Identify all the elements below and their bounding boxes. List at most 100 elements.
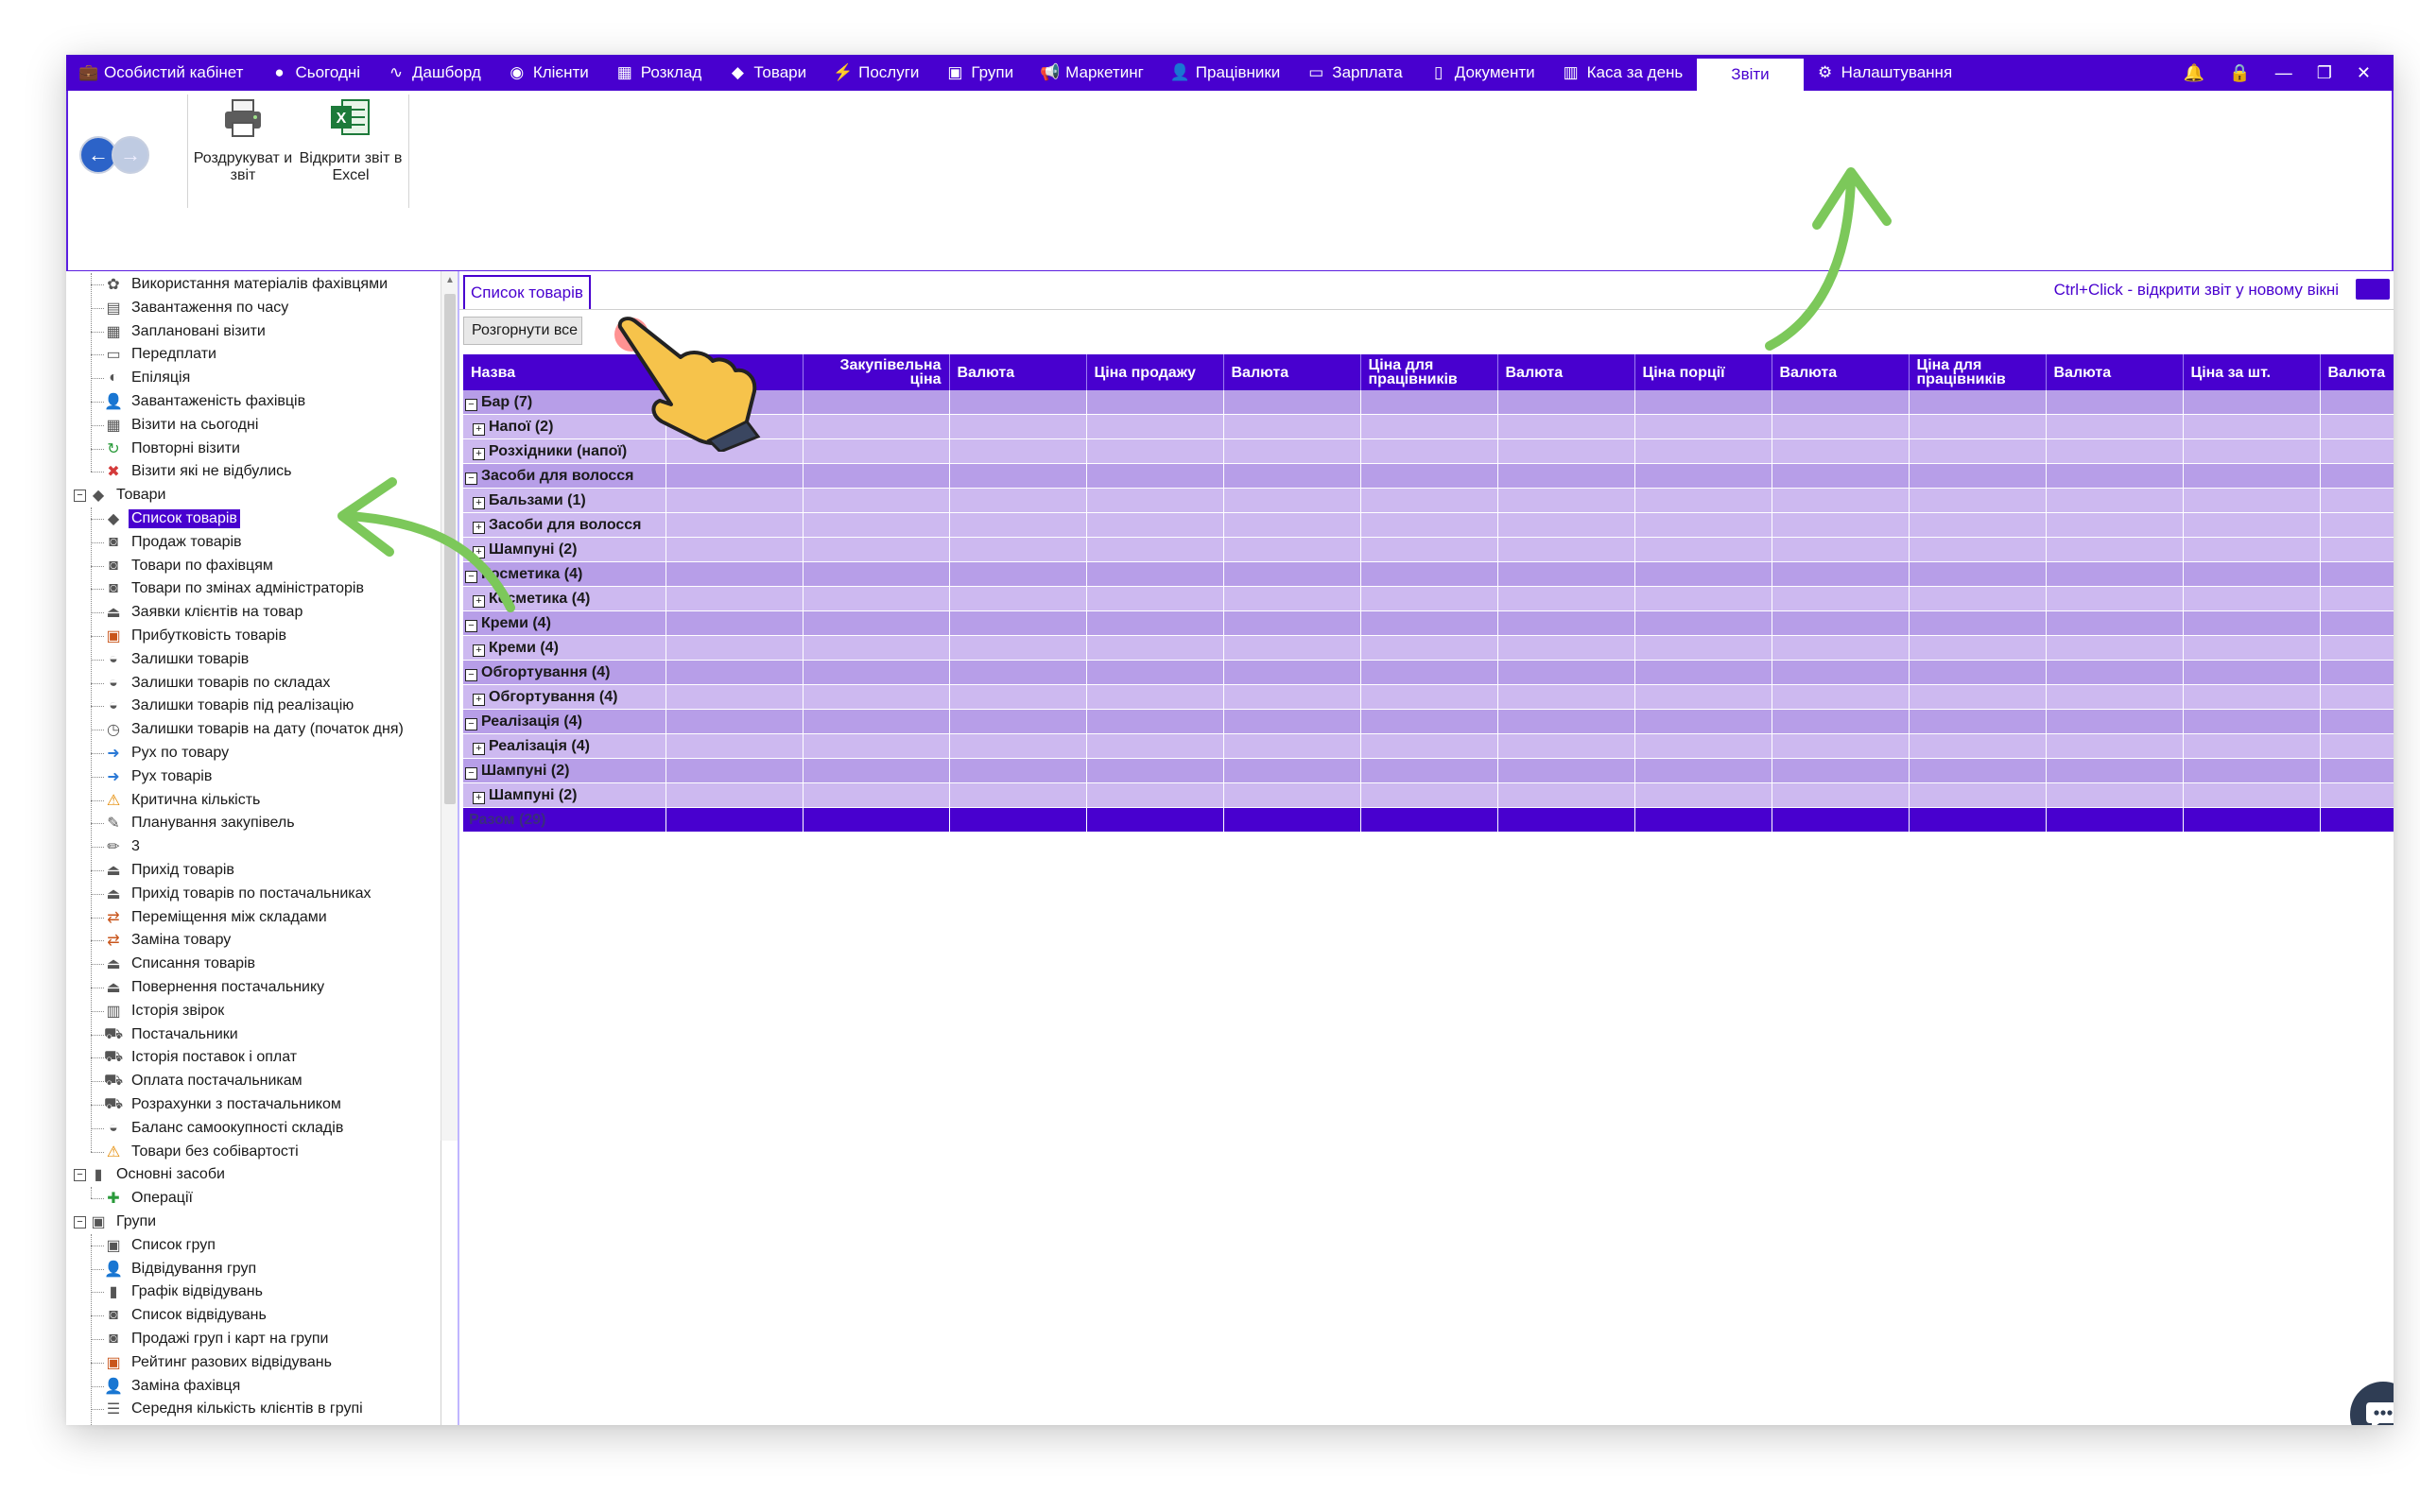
tree-item[interactable]: ⚠ Товари без собівартості: [104, 1141, 302, 1163]
expand-group-icon[interactable]: +: [473, 447, 485, 460]
tree-item[interactable]: ⏏ Заявки клієнтів на товар: [104, 601, 305, 624]
tree-item[interactable]: ✿ Використання матеріалів фахівцями: [104, 273, 390, 296]
column-header[interactable]: Ціна для працівників: [1909, 354, 2047, 390]
tree-item[interactable]: ⏏ Списання товарів: [104, 953, 258, 975]
lock-icon[interactable]: 🔒: [2229, 63, 2250, 83]
collapse-group-icon[interactable]: −: [465, 668, 477, 681]
tree-item[interactable]: ⛟ Оплата постачальникам: [104, 1070, 305, 1092]
tree-item[interactable]: ◙ Список відвідувань: [104, 1304, 269, 1327]
tree-item[interactable]: 👤 Заміна фахівця: [104, 1375, 243, 1398]
table-row[interactable]: + Бальзами (1): [463, 488, 2394, 513]
tree-item[interactable]: ▮ Основні засоби: [89, 1163, 228, 1186]
table-row[interactable]: − Шампуні (2): [463, 758, 2394, 783]
scroll-up-icon[interactable]: ▲: [441, 271, 458, 290]
expand-group-icon[interactable]: +: [473, 644, 485, 657]
menu-item-13[interactable]: ▥ Каса за день: [1549, 55, 1698, 91]
menu-item-2[interactable]: ● Сьогодні: [257, 55, 374, 91]
new-window-icon[interactable]: [2356, 279, 2390, 300]
tree-item[interactable]: ☰ Середня кількість клієнтів в групі: [104, 1398, 366, 1420]
open-excel-button[interactable]: X Відкрити звіт в Excel: [299, 96, 403, 184]
tree-item[interactable]: ⚠ Критична кількість: [104, 789, 263, 812]
tree-item[interactable]: ⇄ Заміна товару: [104, 929, 233, 952]
tree-item[interactable]: ▦ Заплановані візити: [104, 320, 268, 343]
table-row[interactable]: + Шампуні (2): [463, 537, 2394, 562]
tree-item[interactable]: ⏏ Повернення постачальнику: [104, 976, 327, 999]
tree-item[interactable]: ⛟ Історія поставок і оплат: [104, 1046, 300, 1069]
table-row[interactable]: + Шампуні (2): [463, 782, 2394, 808]
table-row[interactable]: − Косметика (4): [463, 561, 2394, 587]
column-header[interactable]: Ціна для працівників: [1360, 354, 1498, 390]
menu-item-6[interactable]: ◆ Товари: [716, 55, 821, 91]
tree-item[interactable]: 👤 Завантаженість фахівців: [104, 390, 308, 413]
column-header[interactable]: Валюта: [1772, 354, 1910, 390]
column-header[interactable]: Валюта: [2320, 354, 2394, 390]
tree-item[interactable]: ➜ Рух товарів: [104, 765, 215, 788]
menu-item-8[interactable]: ▣ Групи: [933, 55, 1028, 91]
collapse-toggle[interactable]: −: [74, 1169, 86, 1182]
column-header[interactable]: Валюта: [949, 354, 1087, 390]
tree-item[interactable]: ▣ Групи: [89, 1211, 159, 1233]
column-header[interactable]: Валюта: [1497, 354, 1635, 390]
tab-product-list[interactable]: Список товарів: [463, 275, 591, 309]
tree-item[interactable]: ⇄ Переміщення між складами: [104, 906, 330, 929]
bell-icon[interactable]: 🔔: [2184, 63, 2204, 83]
tree-item[interactable]: ◙ Продажі груп і карт на групи: [104, 1328, 331, 1350]
tree-item[interactable]: ◙ Продаж товарів: [104, 531, 245, 554]
tree-item[interactable]: ➜ Рух по товару: [104, 742, 232, 765]
menu-item-5[interactable]: ▦ Розклад: [603, 55, 717, 91]
table-row[interactable]: − Обгортування (4): [463, 660, 2394, 685]
tree-item[interactable]: ▭ Передплати: [104, 343, 219, 366]
tree-scrollbar[interactable]: ▲: [441, 271, 458, 1141]
tree-item[interactable]: ✚ Операції: [104, 1187, 196, 1210]
restore-icon[interactable]: ❐: [2317, 63, 2332, 83]
table-row[interactable]: + Реалізація (4): [463, 733, 2394, 759]
tree-item[interactable]: ▥ Історія звірок: [104, 1000, 227, 1022]
expand-group-icon[interactable]: +: [473, 693, 485, 706]
minimize-icon[interactable]: —: [2275, 63, 2292, 83]
tree-item[interactable]: ◷ Залишки товарів на дату (початок дня): [104, 718, 406, 741]
menu-item-12[interactable]: ▯ Документи: [1417, 55, 1549, 91]
menu-item-3[interactable]: ∿ Дашборд: [374, 55, 495, 91]
expand-group-icon[interactable]: +: [473, 742, 485, 755]
menu-item-1[interactable]: 💼 Особистий кабінет: [66, 55, 257, 91]
tree-item[interactable]: ✎ Планування закупівель: [104, 812, 298, 834]
close-icon[interactable]: ✕: [2357, 63, 2371, 83]
tree-item[interactable]: ◒ Залишки товарів: [104, 648, 251, 671]
table-row[interactable]: + Обгортування (4): [463, 684, 2394, 710]
tree-item[interactable]: ▦ Динаміка відвідувань груп: [104, 1421, 318, 1425]
table-row[interactable]: − Засоби для волосся: [463, 463, 2394, 489]
menu-item-7[interactable]: ⚡ Послуги: [821, 55, 933, 91]
column-header[interactable]: Ціна за шт.: [2183, 354, 2321, 390]
tree-item[interactable]: ▣ Прибутковість товарів: [104, 625, 289, 647]
forward-arrow-icon[interactable]: →: [112, 136, 149, 174]
tree-item[interactable]: ◐ Епіляція: [104, 367, 193, 389]
column-header[interactable]: Закупівельна ціна: [803, 354, 950, 390]
table-row[interactable]: + Косметика (4): [463, 586, 2394, 611]
tree-item[interactable]: ✏ 3: [104, 835, 143, 858]
tree-item[interactable]: ⛟ Розрахунки з постачальником: [104, 1093, 344, 1116]
menu-item-15[interactable]: ⚙ Налаштування: [1804, 55, 1967, 91]
tree-item[interactable]: ▮ Графік відвідувань: [104, 1280, 266, 1303]
expand-group-icon[interactable]: +: [473, 422, 485, 436]
tree-item[interactable]: ◒ Залишки товарів під реалізацію: [104, 695, 356, 717]
tree-item[interactable]: ▣ Рейтинг разових відвідувань: [104, 1351, 335, 1374]
tree-item[interactable]: ⏏ Прихід товарів: [104, 859, 237, 882]
collapse-group-icon[interactable]: −: [465, 717, 477, 730]
collapse-toggle[interactable]: −: [74, 490, 86, 503]
tree-item[interactable]: ◒ Залишки товарів по складах: [104, 672, 333, 695]
tree-item[interactable]: ◒ Баланс самоокупності складів: [104, 1117, 346, 1140]
tree-item[interactable]: ◙ Товари по фахівцям: [104, 555, 276, 577]
menu-item-9[interactable]: 📢 Маркетинг: [1028, 55, 1158, 91]
table-row[interactable]: − Реалізація (4): [463, 709, 2394, 734]
expand-group-icon[interactable]: +: [473, 791, 485, 804]
tree-item[interactable]: ◆ Список товарів: [104, 507, 240, 530]
tree-item[interactable]: ↻ Повторні візити: [104, 438, 243, 460]
collapse-group-icon[interactable]: −: [465, 766, 477, 780]
print-report-button[interactable]: Роздрукуват и звіт: [191, 96, 295, 184]
tree-item[interactable]: ▤ Завантаження по часу: [104, 297, 291, 319]
expand-all-button[interactable]: Розгорнути все: [463, 317, 582, 345]
tree-item[interactable]: ▣ Список груп: [104, 1234, 218, 1257]
column-header[interactable]: Ціна продажу: [1086, 354, 1224, 390]
tree-item[interactable]: ⛟ Постачальники: [104, 1023, 241, 1046]
collapse-toggle[interactable]: −: [74, 1216, 86, 1228]
